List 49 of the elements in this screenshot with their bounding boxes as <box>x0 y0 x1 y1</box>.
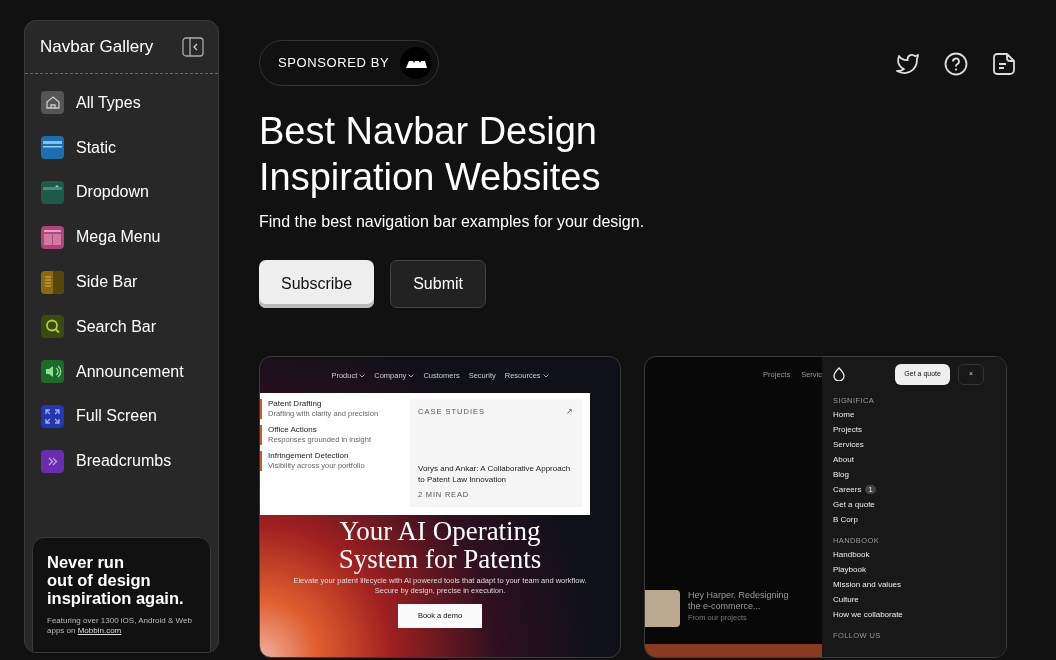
menu-item-title: Office Actions <box>268 425 318 436</box>
promo-link[interactable]: Mobbin.com <box>77 626 122 635</box>
chevron-down-icon <box>359 374 366 378</box>
submit-button[interactable]: Submit <box>390 260 486 308</box>
menu-link: About <box>833 453 854 466</box>
promo-heading: Never run out of design inspiration again. <box>47 553 185 607</box>
subscribe-button[interactable]: Subscribe <box>259 260 375 308</box>
sidebar-nav-item[interactable]: Mega Menu <box>25 214 218 260</box>
sponsor-logo <box>400 47 433 79</box>
menu-link: Blog <box>833 468 849 481</box>
preview-headline: Your AI Operating System for Patents <box>337 517 543 574</box>
menu-link: Playbook <box>833 564 866 576</box>
sidebar-nav-item[interactable]: All Types <box>25 80 218 126</box>
sponsor-label: SPONSORED BY <box>278 54 390 73</box>
sidebar-nav-item[interactable]: Dropdown <box>25 170 218 215</box>
menu-link: Careers <box>833 483 862 496</box>
menu-link: Projects <box>833 423 862 436</box>
feature-title: Hey Harper. Redesigning the e-commerce... <box>688 590 790 612</box>
help-icon[interactable] <box>944 52 968 76</box>
menu-link: Get a quote <box>833 498 875 511</box>
menu-link: Handbook <box>833 549 870 561</box>
sidebar-nav-item[interactable]: Full Screen <box>25 394 218 439</box>
sidebar-title: Navbar Gallery <box>40 36 154 58</box>
sidebar-nav-item[interactable]: Breadcrumbs <box>25 438 218 484</box>
collapse-sidebar-icon[interactable] <box>182 36 204 57</box>
website-preview[interactable] <box>259 356 621 658</box>
promo-text: Featuring over 1300 iOS, Android & Web apps on Mobbin.com <box>47 616 193 636</box>
note-icon[interactable] <box>992 52 1016 76</box>
chevron-down-icon <box>542 374 549 378</box>
menu-link: Home <box>833 408 855 421</box>
sidebar-nav-item[interactable]: Announcement <box>25 349 218 395</box>
menu-item-title: Patent Drafting <box>268 399 323 410</box>
website-preview[interactable] <box>644 356 1007 658</box>
menu-link: B Corp <box>833 513 858 526</box>
menu-link: How we collaborate <box>833 609 903 621</box>
menu-link: Services <box>833 438 864 451</box>
menu-link: Culture <box>833 594 859 606</box>
chevron-down-icon <box>408 374 415 378</box>
menu-item-title: Infringement Detection <box>268 451 350 462</box>
drop-logo-icon <box>833 367 845 382</box>
case-study-title: Vorys and Ankar: A Collaborative Approach to Patent Law Innovation <box>418 463 572 485</box>
menu-link: Mission and values <box>833 579 902 591</box>
sidebar-nav-item[interactable]: Static <box>25 125 218 171</box>
page-heading: Best Navbar Design Inspiration Websites <box>259 109 602 200</box>
sidebar-nav-item[interactable]: Side Bar <box>25 259 218 305</box>
page-subtitle: Find the best navigation bar examples for your design. <box>259 212 646 232</box>
photo-placeholder <box>645 590 680 627</box>
sidebar-nav-item[interactable]: Search Bar <box>25 304 218 350</box>
bird-icon[interactable] <box>894 52 920 76</box>
